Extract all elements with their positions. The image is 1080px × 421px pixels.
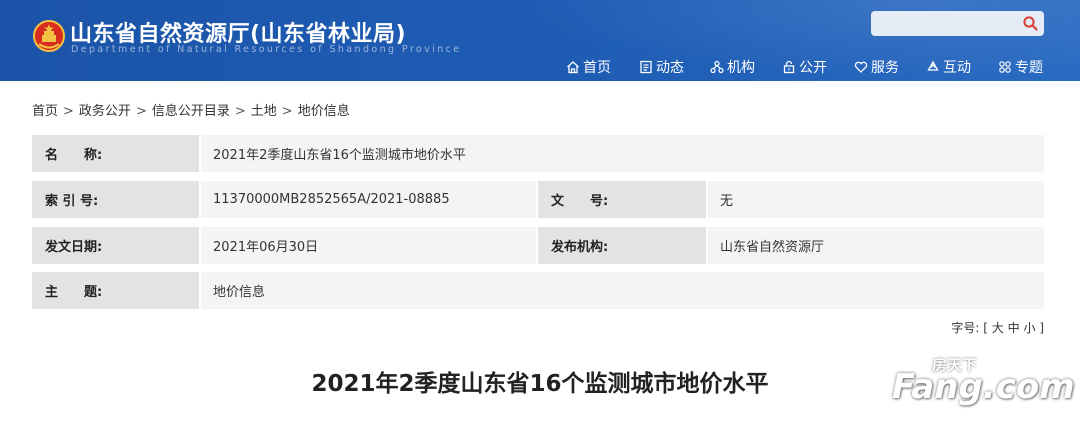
nav-item-news[interactable]: 动态	[639, 56, 684, 78]
info-row-topic: 主 题: 地价信息	[32, 272, 1044, 309]
breadcrumb: 首页 > 政务公开 > 信息公开目录 > 土地 > 地价信息	[32, 100, 350, 119]
breadcrumb-separator: >	[135, 104, 147, 119]
nav-item-service[interactable]: 服务	[854, 56, 899, 78]
site-subtitle: Department of Natural Resources of Shand…	[71, 44, 462, 55]
recycle-icon	[927, 60, 939, 71]
docno-value: 无	[708, 181, 1044, 218]
org-icon	[710, 60, 724, 74]
search-icon[interactable]	[1022, 15, 1039, 32]
nav-label: 动态	[656, 60, 684, 76]
nav-item-org[interactable]: 机构	[710, 56, 755, 78]
national-emblem-icon[interactable]	[33, 20, 65, 53]
lock-icon	[783, 60, 795, 74]
breadcrumb-separator: >	[63, 104, 74, 119]
search-input[interactable]	[877, 14, 1017, 33]
issuer-label: 发布机构:	[538, 227, 706, 264]
info-row-index: 索 引 号: 11370000MB2852565A/2021-08885 文 号…	[32, 181, 1044, 218]
info-row-date: 发文日期: 2021年06月30日 发布机构: 山东省自然资源厅	[32, 227, 1044, 264]
nav-label: 机构	[727, 60, 755, 76]
font-size-label: 字号:	[951, 321, 980, 335]
date-value: 2021年06月30日	[201, 227, 536, 264]
bracket-close: ]	[1039, 321, 1044, 335]
topic-value: 地价信息	[201, 272, 1044, 309]
breadcrumb-separator: >	[234, 104, 246, 119]
heart-icon	[854, 61, 868, 73]
index-label: 索 引 号:	[32, 181, 199, 218]
font-size-large-button[interactable]: 大	[992, 319, 1004, 336]
font-size-small-button[interactable]: 小	[1023, 319, 1035, 336]
issuer-value: 山东省自然资源厅	[708, 227, 1044, 264]
breadcrumb-land[interactable]: 土地	[251, 100, 277, 119]
breadcrumb-gov-affairs[interactable]: 政务公开	[79, 100, 131, 119]
nav-label: 专题	[1015, 60, 1043, 76]
home-icon	[567, 61, 579, 74]
docno-label: 文 号:	[538, 181, 706, 218]
date-label: 发文日期:	[32, 227, 199, 264]
font-size-medium-button[interactable]: 中	[1008, 319, 1020, 336]
font-size-switcher: 字号: [ 大 中 小 ]	[951, 319, 1044, 336]
bracket-open: [	[983, 321, 988, 335]
index-value: 11370000MB2852565A/2021-08885	[201, 181, 536, 218]
nav-item-open[interactable]: 公开	[782, 56, 827, 78]
nav-label: 互动	[943, 60, 971, 76]
watermark-en: Fang.com	[892, 367, 1075, 407]
name-value: 2021年2季度山东省16个监测城市地价水平	[201, 135, 1044, 172]
name-label: 名 称:	[32, 135, 199, 172]
breadcrumb-home[interactable]: 首页	[32, 100, 58, 119]
nav-label: 首页	[583, 60, 611, 76]
breadcrumb-land-price[interactable]: 地价信息	[298, 100, 350, 119]
nav-label: 服务	[871, 60, 899, 76]
breadcrumb-separator: >	[281, 104, 293, 119]
topic-label: 主 题:	[32, 272, 199, 309]
grid-icon	[999, 61, 1011, 73]
nav-item-topics[interactable]: 专题	[998, 56, 1043, 78]
nav-item-interact[interactable]: 互动	[926, 56, 971, 78]
site-header: 山东省自然资源厅(山东省林业局) Department of Natural R…	[0, 0, 1080, 81]
watermark-logo: 房天下 Fang.com	[888, 352, 1078, 412]
nav-label: 公开	[799, 60, 827, 76]
breadcrumb-info-catalog[interactable]: 信息公开目录	[152, 100, 230, 119]
info-row-name: 名 称: 2021年2季度山东省16个监测城市地价水平	[32, 135, 1044, 172]
nav-item-home[interactable]: 首页	[566, 56, 611, 78]
news-icon	[640, 60, 652, 74]
search-box	[871, 11, 1044, 36]
